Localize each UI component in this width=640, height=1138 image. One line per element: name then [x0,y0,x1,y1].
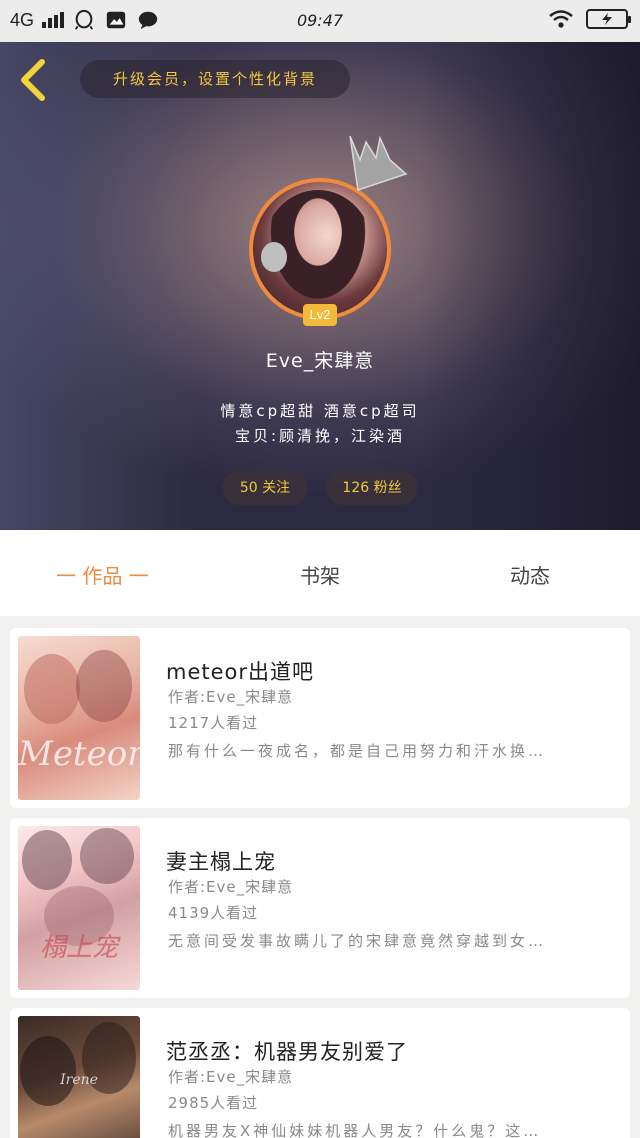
status-right [548,9,631,29]
book-card[interactable]: 榻上宠 妻主榻上宠 作者:Eve_宋肆意 4139人看过 无意间受发事故瞒儿了的… [10,818,630,998]
battery-icon [586,9,631,29]
book-description: 那有什么一夜成名，都是自己用努力和汗水换… [168,742,547,760]
back-button[interactable] [14,58,54,102]
cover-title: Irene [60,1072,98,1088]
bio-line-1: 情意cp超甜 酒意cp超司 [220,402,420,420]
upgrade-membership-banner[interactable]: 升级会员，设置个性化背景 [80,60,350,98]
crown-icon [349,135,408,191]
status-bar: 4G 09:47 [0,0,640,42]
tab-bookshelf[interactable]: 书架 [300,560,340,589]
fans-count-button[interactable]: 126 粉丝 [326,471,418,505]
book-author: 作者:Eve_宋肆意 [168,878,294,896]
chevron-left-icon [21,59,45,101]
status-time: 09:47 [296,11,344,30]
book-card[interactable]: Irene 范丞丞：机器男友别爱了 作者:Eve_宋肆意 2985人看过 机器男… [10,1008,630,1138]
book-title: 妻主榻上宠 [166,850,276,874]
book-description: 机器男友X神仙妹妹机器人男友？什么鬼？这… [168,1122,542,1138]
book-author: 作者:Eve_宋肆意 [168,688,294,706]
book-title: meteor出道吧 [166,660,315,684]
book-read-count: 4139人看过 [168,904,259,922]
avatar[interactable] [249,178,391,320]
book-description: 无意间受发事故瞒儿了的宋肆意竟然穿越到女… [168,932,547,950]
book-read-count: 2985人看过 [168,1094,259,1112]
book-cover: Irene [18,1016,140,1138]
cover-title: 榻上宠 [39,933,118,963]
tab-works[interactable]: 一 作品 一 [56,560,149,589]
book-card[interactable]: Meteor meteor出道吧 作者:Eve_宋肆意 1217人看过 那有什么… [10,628,630,808]
wifi-icon [549,10,573,28]
bio-line-2: 宝贝:顾清挽，江染酒 [234,427,406,445]
book-read-count: 1217人看过 [168,714,259,732]
username: Eve_宋肆意 [265,350,375,372]
book-author: 作者:Eve_宋肆意 [168,1068,294,1086]
profile-tabs: 一 作品 一 书架 动态 [0,530,640,616]
following-count-button[interactable]: 50 关注 [222,471,308,505]
book-cover: Meteor [18,636,140,800]
microphone-shape [261,242,287,272]
book-title: 范丞丞：机器男友别爱了 [166,1040,408,1064]
cover-title: Meteor [18,734,140,774]
level-badge: Lv2 [303,304,337,326]
tab-activity[interactable]: 动态 [510,560,550,589]
book-cover: 榻上宠 [18,826,140,990]
